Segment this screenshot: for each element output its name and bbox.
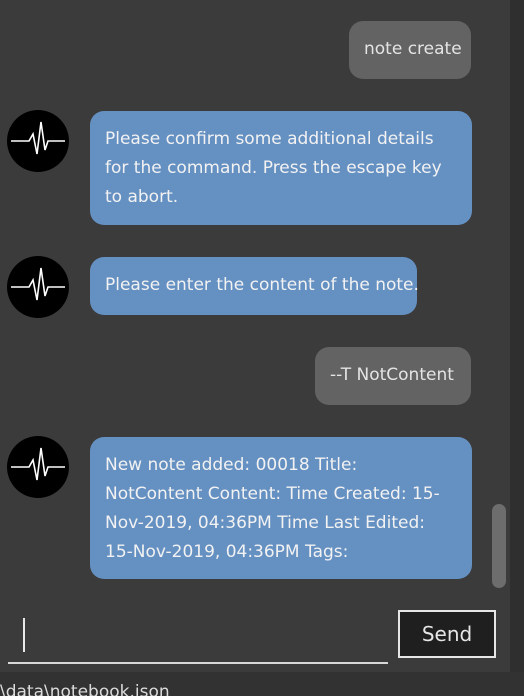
chat-window: note create Please confirm some addition… (0, 0, 524, 696)
bot-message-bubble: Please enter the content of the note. (90, 257, 419, 315)
user-message-bubble: --T NotContent (315, 347, 471, 405)
bot-avatar (7, 256, 69, 318)
bot-message-bubble: New note added: 00018 Title: NotContent … (90, 437, 472, 579)
window-scrollbar[interactable] (510, 0, 524, 672)
bot-message-bubble: Please confirm some additional details f… (90, 111, 472, 225)
user-message-bubble: note create (349, 21, 471, 79)
send-button[interactable]: Send (398, 610, 496, 658)
storage-file-path: \data\notebook.json (0, 682, 170, 696)
bot-avatar (7, 110, 69, 172)
chat-history[interactable]: note create Please confirm some addition… (0, 0, 510, 598)
status-bar: \data\notebook.json (0, 672, 524, 696)
heartbeat-icon (11, 447, 65, 481)
command-input[interactable] (20, 612, 384, 660)
heartbeat-icon (11, 267, 65, 301)
chat-scrollbar-thumb[interactable] (492, 504, 506, 588)
text-caret (23, 618, 25, 652)
heartbeat-icon (11, 121, 65, 155)
bot-avatar (7, 436, 69, 498)
input-underline (8, 662, 388, 664)
